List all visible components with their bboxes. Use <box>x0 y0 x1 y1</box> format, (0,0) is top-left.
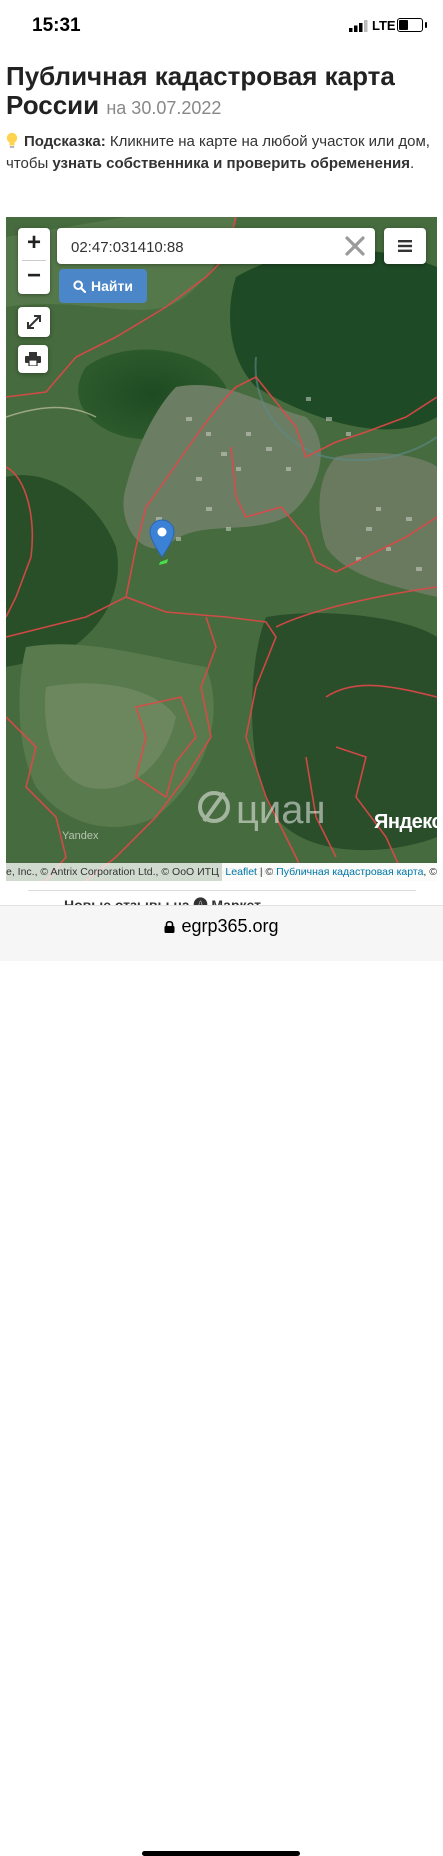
network-type: LTE <box>372 18 396 33</box>
title-line-2: России <box>6 90 100 120</box>
attribution-sep: | © <box>256 866 277 878</box>
yandex-small-label: Yandex <box>62 830 99 842</box>
page-title: Публичная кадастровая карта России на 30… <box>6 62 436 123</box>
cadastral-number-input[interactable] <box>69 235 333 259</box>
hint-block: Подсказка: Кликните на карте на любой уч… <box>6 131 436 175</box>
zoom-in-button[interactable]: + <box>18 228 50 260</box>
clear-icon[interactable] <box>343 234 367 258</box>
lock-icon <box>164 920 175 933</box>
leaflet-link[interactable]: Leaflet <box>225 866 257 878</box>
title-date: на 30.07.2022 <box>106 98 222 118</box>
search-icon <box>73 279 87 293</box>
title-line-1: Публичная кадастровая карта <box>6 61 395 91</box>
menu-button[interactable] <box>384 228 426 264</box>
satellite-imagery <box>6 217 437 881</box>
cian-logo-icon: циан <box>198 788 326 832</box>
map-attribution: e, Inc., © Antrix Corporation Ltd., © Оо… <box>6 863 437 881</box>
cadastral-search-box <box>57 228 375 264</box>
yandex-logo: Яндекс <box>374 811 437 833</box>
signal-icon <box>349 20 368 32</box>
hint-text-2: . <box>410 155 415 172</box>
fullscreen-button[interactable] <box>18 307 50 337</box>
zoom-out-button[interactable]: − <box>18 261 50 293</box>
battery-icon <box>397 18 427 32</box>
cian-watermark: циан <box>196 785 386 840</box>
expand-icon <box>27 315 41 329</box>
cadastral-map[interactable]: + − Найти <box>6 217 437 881</box>
home-indicator <box>142 1851 300 1856</box>
status-bar: 15:31 LTE <box>0 0 443 52</box>
attribution-links: Leaflet | © Публичная кадастровая карта,… <box>222 863 437 881</box>
url-display: egrp365.org <box>0 916 443 937</box>
zoom-control: + − <box>18 228 50 294</box>
browser-address-bar[interactable]: egrp365.org <box>0 905 443 1856</box>
pkk-link[interactable]: Публичная кадастровая карта <box>276 866 423 878</box>
hint-bold: узнать собственника и проверить обремене… <box>52 155 410 172</box>
url-text: egrp365.org <box>181 916 279 936</box>
find-button[interactable]: Найти <box>59 269 147 303</box>
watermark-text: циан <box>236 788 326 832</box>
print-button[interactable] <box>18 345 48 373</box>
attribution-end: , © <box>423 866 437 878</box>
clock: 15:31 <box>32 15 81 36</box>
hamburger-icon <box>398 240 412 252</box>
find-button-label: Найти <box>91 278 133 294</box>
lightbulb-icon <box>6 132 18 148</box>
printer-icon <box>25 352 41 366</box>
map-marker-icon[interactable] <box>149 519 175 567</box>
page-header: Публичная кадастровая карта России на 30… <box>6 62 436 123</box>
hint-label: Подсказка: <box>24 133 106 150</box>
